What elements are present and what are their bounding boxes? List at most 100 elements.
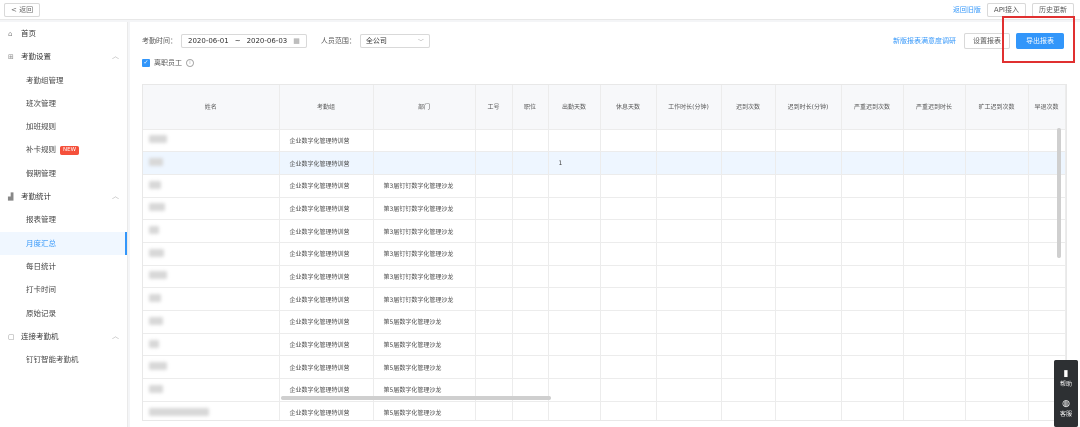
service-button[interactable]: ◍ 客服 <box>1060 399 1072 418</box>
vertical-scrollbar[interactable] <box>1057 128 1061 258</box>
table-header-row: 姓名 考勤组 部门 工号 职位 出勤天数 休息天数 工作时长(分钟) 迟到次数 迟到时长(分钟) 严… <box>143 85 1066 130</box>
range-select[interactable]: 全公司 ﹀ <box>359 34 430 48</box>
sidebar-item-label: 考勤统计 <box>21 192 51 202</box>
table-cell <box>775 219 842 243</box>
redacted-name <box>149 316 163 325</box>
table-cell <box>721 129 776 153</box>
table-row[interactable]: 企业数字化管理特训营 第3届钉钉数字化管理沙龙 <box>143 265 1066 289</box>
name-cell <box>143 355 280 380</box>
table-row[interactable]: 企业数字化管理特训营 <box>143 129 1066 153</box>
resigned-filter: ✓ 离职员工 i <box>142 58 194 68</box>
sidebar-item-device[interactable]: 钉钉智能考勤机 <box>0 348 127 371</box>
table-cell <box>903 333 966 357</box>
table-cell <box>903 219 966 243</box>
sidebar-item-punch-time[interactable]: 打卡时间 <box>0 278 127 301</box>
sidebar-item-report-mgmt[interactable]: 报表管理 <box>0 208 127 231</box>
table-row[interactable]: 企业数字化管理特训营 第3届钉钉数字化管理沙龙 <box>143 197 1066 221</box>
table-cell <box>903 310 966 334</box>
date-range-picker[interactable]: 2020-06-01 ~ 2020-06-03 ▦ <box>181 34 307 48</box>
sidebar-item-makeup[interactable]: 补卡规则 NEW <box>0 138 127 161</box>
table-row[interactable]: 企业数字化管理特训营 1 <box>143 151 1066 175</box>
table-cell <box>656 197 722 221</box>
table-cell <box>841 287 904 311</box>
table-row[interactable]: 企业数字化管理特训营 第3届钉钉数字化管理沙龙 <box>143 242 1066 266</box>
table-cell <box>656 151 722 175</box>
sidebar-item-overtime[interactable]: 加班规则 <box>0 115 127 138</box>
table-cell <box>965 174 1029 198</box>
sidebar-item-home[interactable]: ⌂ 首页 <box>0 22 127 45</box>
table-row[interactable]: 企业数字化管理特训营 第3届钉钉数字化管理沙龙 <box>143 219 1066 243</box>
table-cell <box>656 174 722 198</box>
table-cell <box>656 401 722 420</box>
table-row[interactable]: 企业数字化管理特训营 第5届数字化管理沙龙 <box>143 355 1066 380</box>
dept-cell: 第5届数字化管理沙龙 <box>373 333 476 357</box>
table-cell <box>775 401 842 420</box>
api-button[interactable]: API接入 <box>986 3 1026 17</box>
table-row[interactable]: 企业数字化管理特训营 第5届数字化管理沙龙 <box>143 333 1066 357</box>
table-cell <box>965 287 1029 311</box>
table-cell <box>841 242 904 266</box>
table-cell <box>903 355 966 380</box>
table-cell <box>903 265 966 289</box>
info-icon[interactable]: i <box>186 59 194 67</box>
table-cell <box>656 310 722 334</box>
table-cell <box>965 401 1029 420</box>
table-cell <box>775 265 842 289</box>
sidebar-group-device[interactable]: ▢ 连接考勤机 ︿ <box>0 325 127 348</box>
table-cell <box>600 333 657 357</box>
table-cell <box>775 378 842 402</box>
sidebar-item-monthly[interactable]: 月度汇总 <box>0 231 127 255</box>
table-cell <box>600 197 657 221</box>
table-cell <box>775 242 842 266</box>
report-table: 姓名 考勤组 部门 工号 职位 出勤天数 休息天数 工作时长(分钟) 迟到次数 迟到时长(分钟) 严… <box>142 84 1067 421</box>
table-cell <box>841 355 904 380</box>
sidebar-item-shift-mgmt[interactable]: 班次管理 <box>0 92 127 115</box>
group-cell: 企业数字化管理特训营 <box>279 355 374 380</box>
table-cell <box>721 265 776 289</box>
survey-link[interactable]: 新版报表满意度调研 <box>893 36 956 46</box>
table-cell <box>1028 287 1066 311</box>
table-cell <box>903 174 966 198</box>
attend-days-cell <box>548 355 601 380</box>
table-cell <box>475 219 513 243</box>
table-cell <box>600 401 657 420</box>
redacted-name <box>149 384 163 393</box>
group-cell: 企业数字化管理特训营 <box>279 129 374 153</box>
sidebar-item-group-mgmt[interactable]: 考勤组管理 <box>0 69 127 92</box>
name-cell <box>143 174 280 198</box>
column-header: 严重迟到次数 <box>841 85 904 130</box>
table-cell <box>775 174 842 198</box>
sidebar-group-settings[interactable]: ⊞ 考勤设置 ︿ <box>0 45 127 68</box>
table-cell <box>903 197 966 221</box>
table-cell <box>721 219 776 243</box>
column-header: 部门 <box>373 85 476 130</box>
table-cell <box>512 219 549 243</box>
back-button[interactable]: < 返回 <box>4 3 41 17</box>
sidebar-group-stats[interactable]: ▟ 考勤统计 ︿ <box>0 185 127 208</box>
table-cell <box>721 333 776 357</box>
help-button[interactable]: ▮ 帮助 <box>1060 369 1072 388</box>
history-button[interactable]: 历史更新 <box>1032 3 1074 17</box>
sidebar-item-raw-records[interactable]: 原始记录 <box>0 302 127 325</box>
date-end: 2020-06-03 <box>246 37 288 45</box>
table-row[interactable]: 企业数字化管理特训营 第3届钉钉数字化管理沙龙 <box>143 174 1066 198</box>
sidebar-item-leave[interactable]: 假期管理 <box>0 162 127 185</box>
table-cell <box>475 401 513 420</box>
old-version-link[interactable]: 返回旧版 <box>953 3 981 17</box>
table-row[interactable]: 企业数字化管理特训营 第3届钉钉数字化管理沙龙 <box>143 287 1066 311</box>
table-cell <box>775 129 842 153</box>
dept-cell: 第3届钉钉数字化管理沙龙 <box>373 242 476 266</box>
table-cell <box>721 378 776 402</box>
sidebar-item-daily[interactable]: 每日统计 <box>0 255 127 278</box>
table-cell <box>600 355 657 380</box>
resigned-checkbox[interactable]: ✓ <box>142 59 150 67</box>
table-cell <box>965 265 1029 289</box>
group-cell: 企业数字化管理特训营 <box>279 174 374 198</box>
table-cell <box>475 310 513 334</box>
table-cell <box>841 265 904 289</box>
filter-bar: 考勤时间： 2020-06-01 ~ 2020-06-03 ▦ 人员范围： 全公… <box>142 34 430 48</box>
table-cell <box>721 401 776 420</box>
horizontal-scrollbar[interactable] <box>281 396 551 400</box>
table-row[interactable]: 企业数字化管理特训营 第5届数字化管理沙龙 <box>143 401 1066 420</box>
table-row[interactable]: 企业数字化管理特训营 第5届数字化管理沙龙 <box>143 310 1066 334</box>
